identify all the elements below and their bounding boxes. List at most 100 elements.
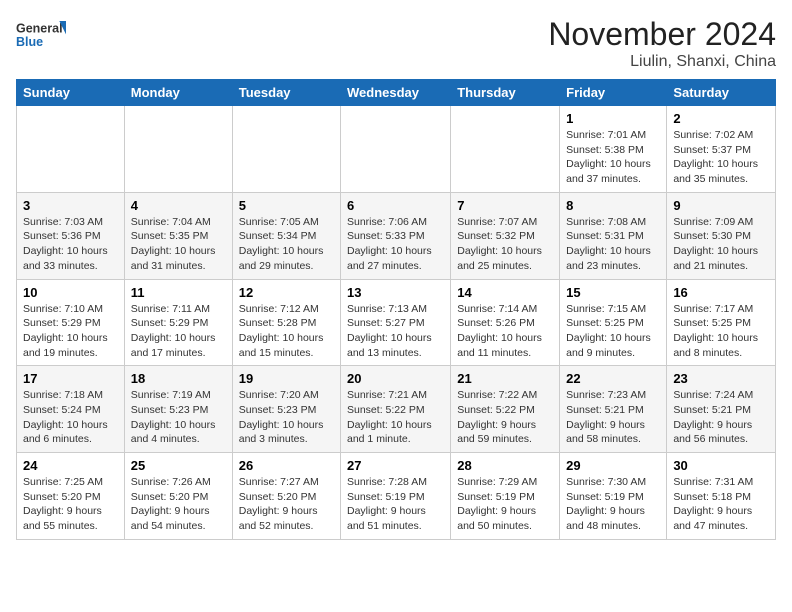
day-cell: 19 Sunrise: 7:20 AM Sunset: 5:23 PM Dayli… [232, 366, 340, 453]
day-detail: Sunrise: 7:09 AM Sunset: 5:30 PM Dayligh… [673, 215, 769, 274]
weekday-header-friday: Friday [560, 80, 667, 106]
day-cell: 10 Sunrise: 7:10 AM Sunset: 5:29 PM Dayli… [17, 279, 125, 366]
day-cell: 1 Sunrise: 7:01 AM Sunset: 5:38 PM Daylig… [560, 106, 667, 193]
week-row-2: 3 Sunrise: 7:03 AM Sunset: 5:36 PM Daylig… [17, 192, 776, 279]
day-cell [17, 106, 125, 193]
day-cell: 24 Sunrise: 7:25 AM Sunset: 5:20 PM Dayli… [17, 453, 125, 540]
day-number: 15 [566, 285, 660, 300]
day-detail: Sunrise: 7:06 AM Sunset: 5:33 PM Dayligh… [347, 215, 444, 274]
day-detail: Sunrise: 7:11 AM Sunset: 5:29 PM Dayligh… [131, 302, 226, 361]
weekday-header-tuesday: Tuesday [232, 80, 340, 106]
day-detail: Sunrise: 7:27 AM Sunset: 5:20 PM Dayligh… [239, 475, 334, 534]
day-detail: Sunrise: 7:28 AM Sunset: 5:19 PM Dayligh… [347, 475, 444, 534]
day-cell: 17 Sunrise: 7:18 AM Sunset: 5:24 PM Dayli… [17, 366, 125, 453]
day-number: 19 [239, 371, 334, 386]
day-number: 18 [131, 371, 226, 386]
day-cell: 4 Sunrise: 7:04 AM Sunset: 5:35 PM Daylig… [124, 192, 232, 279]
day-number: 13 [347, 285, 444, 300]
svg-text:Blue: Blue [16, 35, 43, 49]
day-detail: Sunrise: 7:07 AM Sunset: 5:32 PM Dayligh… [457, 215, 553, 274]
day-number: 17 [23, 371, 118, 386]
day-cell [232, 106, 340, 193]
day-cell: 22 Sunrise: 7:23 AM Sunset: 5:21 PM Dayli… [560, 366, 667, 453]
day-detail: Sunrise: 7:25 AM Sunset: 5:20 PM Dayligh… [23, 475, 118, 534]
day-number: 14 [457, 285, 553, 300]
day-number: 4 [131, 198, 226, 213]
day-cell: 25Sunrise: 7:26 AM Sunset: 5:20 PM Dayli… [124, 453, 232, 540]
day-number: 24 [23, 458, 118, 473]
day-detail: Sunrise: 7:21 AM Sunset: 5:22 PM Dayligh… [347, 388, 444, 447]
day-detail: Sunrise: 7:20 AM Sunset: 5:23 PM Dayligh… [239, 388, 334, 447]
day-cell: 8 Sunrise: 7:08 AM Sunset: 5:31 PM Daylig… [560, 192, 667, 279]
day-number: 23 [673, 371, 769, 386]
day-cell: 18Sunrise: 7:19 AM Sunset: 5:23 PM Dayli… [124, 366, 232, 453]
day-detail: Sunrise: 7:24 AM Sunset: 5:21 PM Dayligh… [673, 388, 769, 447]
week-row-5: 24 Sunrise: 7:25 AM Sunset: 5:20 PM Dayli… [17, 453, 776, 540]
day-number: 26 [239, 458, 334, 473]
week-row-3: 10 Sunrise: 7:10 AM Sunset: 5:29 PM Dayli… [17, 279, 776, 366]
day-detail: Sunrise: 7:22 AM Sunset: 5:22 PM Dayligh… [457, 388, 553, 447]
day-detail: Sunrise: 7:01 AM Sunset: 5:38 PM Dayligh… [566, 128, 660, 187]
day-number: 20 [347, 371, 444, 386]
day-cell: 12 Sunrise: 7:12 AM Sunset: 5:28 PM Dayli… [232, 279, 340, 366]
day-cell [451, 106, 560, 193]
day-detail: Sunrise: 7:30 AM Sunset: 5:19 PM Dayligh… [566, 475, 660, 534]
day-cell: 5 Sunrise: 7:05 AM Sunset: 5:34 PM Daylig… [232, 192, 340, 279]
day-number: 2 [673, 111, 769, 126]
logo-svg: General Blue [16, 16, 66, 56]
weekday-header-monday: Monday [124, 80, 232, 106]
day-cell: 3 Sunrise: 7:03 AM Sunset: 5:36 PM Daylig… [17, 192, 125, 279]
day-detail: Sunrise: 7:04 AM Sunset: 5:35 PM Dayligh… [131, 215, 226, 274]
day-detail: Sunrise: 7:23 AM Sunset: 5:21 PM Dayligh… [566, 388, 660, 447]
location: Liulin, Shanxi, China [548, 53, 776, 71]
weekday-header-wednesday: Wednesday [341, 80, 451, 106]
day-detail: Sunrise: 7:08 AM Sunset: 5:31 PM Dayligh… [566, 215, 660, 274]
day-detail: Sunrise: 7:18 AM Sunset: 5:24 PM Dayligh… [23, 388, 118, 447]
day-cell: 2Sunrise: 7:02 AM Sunset: 5:37 PM Daylig… [667, 106, 776, 193]
page-header: General Blue November 2024 Liulin, Shanx… [16, 16, 776, 71]
day-cell: 29 Sunrise: 7:30 AM Sunset: 5:19 PM Dayli… [560, 453, 667, 540]
day-number: 3 [23, 198, 118, 213]
day-detail: Sunrise: 7:13 AM Sunset: 5:27 PM Dayligh… [347, 302, 444, 361]
week-row-4: 17 Sunrise: 7:18 AM Sunset: 5:24 PM Dayli… [17, 366, 776, 453]
day-cell: 16Sunrise: 7:17 AM Sunset: 5:25 PM Dayli… [667, 279, 776, 366]
day-number: 12 [239, 285, 334, 300]
day-cell [341, 106, 451, 193]
day-number: 8 [566, 198, 660, 213]
day-cell: 23 Sunrise: 7:24 AM Sunset: 5:21 PM Dayli… [667, 366, 776, 453]
day-detail: Sunrise: 7:05 AM Sunset: 5:34 PM Dayligh… [239, 215, 334, 274]
day-number: 6 [347, 198, 444, 213]
day-number: 27 [347, 458, 444, 473]
day-detail: Sunrise: 7:26 AM Sunset: 5:20 PM Dayligh… [131, 475, 226, 534]
day-cell: 14 Sunrise: 7:14 AM Sunset: 5:26 PM Dayli… [451, 279, 560, 366]
day-number: 9 [673, 198, 769, 213]
weekday-header-sunday: Sunday [17, 80, 125, 106]
day-detail: Sunrise: 7:14 AM Sunset: 5:26 PM Dayligh… [457, 302, 553, 361]
calendar-table: SundayMondayTuesdayWednesdayThursdayFrid… [16, 79, 776, 540]
day-number: 1 [566, 111, 660, 126]
day-cell: 26 Sunrise: 7:27 AM Sunset: 5:20 PM Dayli… [232, 453, 340, 540]
week-row-1: 1 Sunrise: 7:01 AM Sunset: 5:38 PM Daylig… [17, 106, 776, 193]
day-cell: 28Sunrise: 7:29 AM Sunset: 5:19 PM Dayli… [451, 453, 560, 540]
logo: General Blue [16, 16, 66, 56]
weekday-header-row: SundayMondayTuesdayWednesdayThursdayFrid… [17, 80, 776, 106]
svg-text:General: General [16, 22, 63, 36]
day-number: 10 [23, 285, 118, 300]
day-number: 22 [566, 371, 660, 386]
day-detail: Sunrise: 7:10 AM Sunset: 5:29 PM Dayligh… [23, 302, 118, 361]
day-cell: 9 Sunrise: 7:09 AM Sunset: 5:30 PM Daylig… [667, 192, 776, 279]
day-detail: Sunrise: 7:12 AM Sunset: 5:28 PM Dayligh… [239, 302, 334, 361]
day-number: 16 [673, 285, 769, 300]
weekday-header-saturday: Saturday [667, 80, 776, 106]
day-cell: 13 Sunrise: 7:13 AM Sunset: 5:27 PM Dayli… [341, 279, 451, 366]
day-number: 5 [239, 198, 334, 213]
day-cell: 6 Sunrise: 7:06 AM Sunset: 5:33 PM Daylig… [341, 192, 451, 279]
day-cell [124, 106, 232, 193]
title-block: November 2024 Liulin, Shanxi, China [548, 16, 776, 71]
day-number: 29 [566, 458, 660, 473]
day-cell: 27 Sunrise: 7:28 AM Sunset: 5:19 PM Dayli… [341, 453, 451, 540]
day-number: 11 [131, 285, 226, 300]
month-title: November 2024 [548, 16, 776, 53]
day-detail: Sunrise: 7:15 AM Sunset: 5:25 PM Dayligh… [566, 302, 660, 361]
day-detail: Sunrise: 7:03 AM Sunset: 5:36 PM Dayligh… [23, 215, 118, 274]
